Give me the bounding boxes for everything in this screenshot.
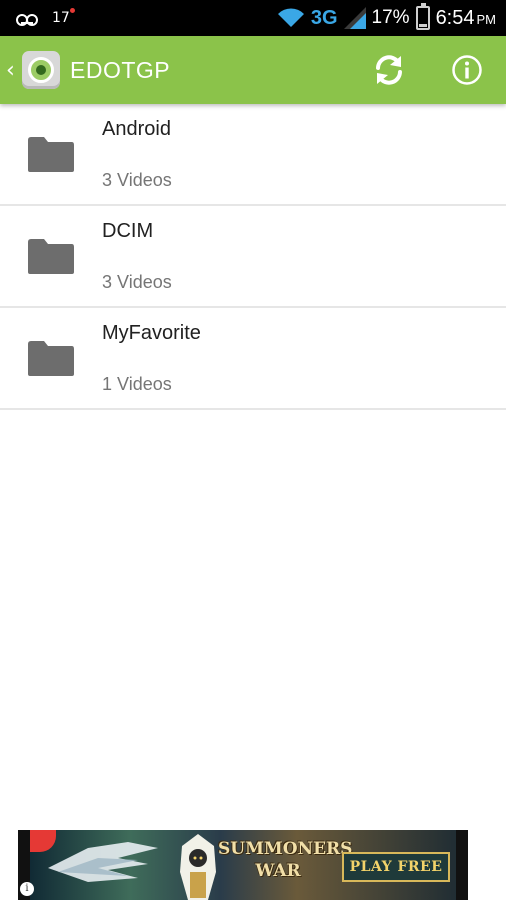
ad-game-logo: SUMMONERS WAR xyxy=(218,838,353,882)
signal-strength-icon xyxy=(343,7,366,29)
folder-video-count: 1 Videos xyxy=(102,374,172,394)
wifi-icon xyxy=(277,8,304,27)
app-logo-lens xyxy=(28,57,54,83)
list-item-myfavorite[interactable]: MyFavorite 1 Videos xyxy=(0,308,506,410)
status-left: 17 xyxy=(0,8,277,26)
info-icon xyxy=(452,55,482,85)
refresh-icon xyxy=(376,55,402,85)
ad-wing-artwork xyxy=(48,842,158,882)
notification-dot xyxy=(69,8,75,13)
network-type-label: 3G xyxy=(310,6,338,29)
ad-info-icon[interactable]: i xyxy=(20,882,34,896)
folder-name: DCIM xyxy=(102,220,154,242)
app-logo-icon[interactable] xyxy=(22,51,60,89)
battery-icon xyxy=(415,3,430,30)
app-title: EDOTGP xyxy=(70,56,171,83)
ad-game-title-line2: WAR xyxy=(255,861,301,881)
list-item-dcim[interactable]: DCIM 3 Videos xyxy=(0,206,506,308)
action-bar: ‹ EDOTGP xyxy=(0,36,506,104)
status-right: 3G 17% 6:54 PM xyxy=(277,3,506,30)
folder-name: MyFavorite xyxy=(102,322,201,344)
info-button[interactable] xyxy=(428,36,506,104)
ad-play-free-button[interactable]: PLAY FREE xyxy=(342,852,450,882)
folder-icon xyxy=(28,137,74,172)
clock: 6:54 PM xyxy=(436,7,496,30)
folder-icon xyxy=(28,239,74,274)
ad-game-title-line1: SUMMONERS xyxy=(218,839,353,859)
status-bar: 17 3G 17% 6:54 PM xyxy=(0,0,506,36)
clock-suffix: PM xyxy=(476,11,497,27)
list-item-android[interactable]: Android 3 Videos xyxy=(0,104,506,206)
voicemail-icon xyxy=(16,12,38,26)
notification-indicator: 17 xyxy=(52,8,75,26)
ad-banner[interactable]: SUMMONERS WAR PLAY FREE i xyxy=(18,830,468,900)
clock-time: 6:54 xyxy=(435,6,475,29)
folder-name: Android xyxy=(102,118,171,140)
battery-percent: 17% xyxy=(371,7,410,28)
up-navigation-icon[interactable]: ‹ xyxy=(0,58,20,83)
folder-video-count: 3 Videos xyxy=(102,272,172,292)
folder-video-count: 3 Videos xyxy=(102,170,172,190)
notification-text: 17 xyxy=(52,10,70,26)
folder-list: Android 3 Videos DCIM 3 Videos MyFavorit… xyxy=(0,104,506,410)
refresh-button[interactable] xyxy=(350,36,428,104)
ad-edge-right xyxy=(456,830,468,900)
battery-fill xyxy=(418,23,427,27)
folder-icon xyxy=(28,341,74,376)
